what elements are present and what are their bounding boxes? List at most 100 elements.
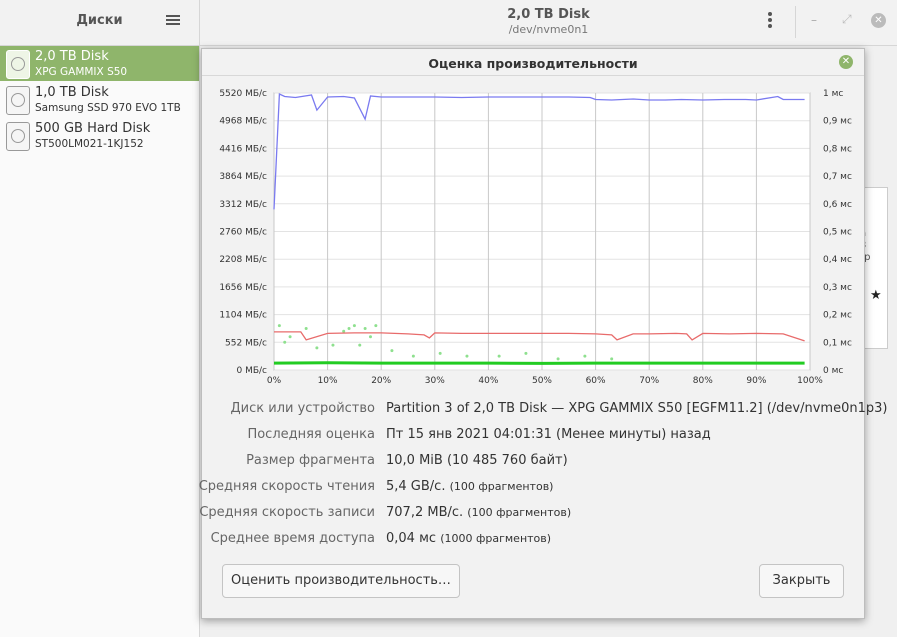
disk-model: Samsung SSD 970 EVO 1TB	[35, 102, 181, 114]
info-value: Partition 3 of 2,0 TB Disk — XPG GAMMIX …	[386, 401, 887, 416]
access-time-point	[610, 357, 614, 361]
access-time-point	[374, 324, 378, 328]
x-tick-label: 100%	[797, 376, 823, 386]
y-tick-label-right: 0 мс	[823, 366, 843, 376]
star-icon[interactable]: ★	[870, 288, 882, 303]
drive-icon	[6, 50, 30, 79]
window-subtitle: /dev/nvme0n1	[508, 23, 589, 36]
benchmark-chart: 5520 МБ/с 1 мс 4968 МБ/с 0,9 мс 4416 МБ/с 0,8…	[219, 89, 852, 386]
x-tick-label: 10%	[318, 376, 338, 386]
y-tick-label-left: 2208 МБ/с	[219, 255, 267, 265]
x-tick-label: 60%	[586, 376, 606, 386]
disk-name: 500 GB Hard Disk	[35, 121, 151, 136]
y-tick-label-left: 0 МБ/с	[236, 366, 267, 376]
disk-model: ST500LM021-1KJ152	[35, 138, 144, 150]
y-tick-label-right: 0,1 мс	[823, 338, 852, 348]
x-tick-label: 0%	[267, 376, 282, 386]
info-value-note: (100 фрагментов)	[449, 480, 554, 493]
disk-name: 2,0 TB Disk	[35, 49, 109, 64]
access-time-point	[277, 324, 281, 328]
disk-list-item[interactable]: 500 GB Hard Disk ST500LM021-1KJ152	[0, 118, 199, 153]
access-time-point	[583, 354, 587, 358]
access-time-point	[283, 340, 287, 344]
start-benchmark-button[interactable]: Оценить производительность…	[222, 564, 460, 598]
access-time-point	[342, 329, 346, 333]
info-value-text: Пт 15 янв 2021 04:01:31 (Менее минуты) н…	[386, 427, 711, 442]
y-tick-label-right: 0,4 мс	[823, 255, 852, 265]
info-label: Размер фрагмента	[246, 453, 375, 468]
access-time-point	[411, 354, 415, 358]
y-tick-label-left: 4416 МБ/с	[219, 144, 267, 154]
info-value: 10,0 MiB (10 485 760 байт)	[386, 453, 568, 468]
disk-name: 1,0 TB Disk	[35, 85, 109, 100]
window-title: 2,0 TB Disk	[507, 7, 590, 22]
y-tick-label-right: 0,7 мс	[823, 172, 852, 182]
access-time-point	[304, 326, 308, 330]
info-value-note: (100 фрагментов)	[467, 506, 572, 519]
access-time-point	[438, 351, 442, 355]
close-icon[interactable]: ✕	[839, 55, 853, 69]
close-button[interactable]: Закрыть	[759, 564, 844, 598]
info-value: 0,04 мс (1000 фрагментов)	[386, 531, 551, 546]
access-time-point	[288, 335, 292, 339]
access-time-point	[352, 324, 356, 328]
access-time-point	[465, 354, 469, 358]
access-time-point	[524, 351, 528, 355]
info-value: 5,4 GB/с. (100 фрагментов)	[386, 479, 553, 494]
info-label: Средняя скорость чтения	[198, 479, 375, 494]
info-value-text: 0,04 мс	[386, 531, 437, 546]
benchmark-dialog: Оценка производительности ✕ 5520 МБ/с 1 м…	[198, 48, 887, 619]
y-tick-label-left: 3864 МБ/с	[219, 172, 267, 182]
y-tick-label-left: 3312 МБ/с	[219, 200, 267, 210]
info-label: Последняя оценка	[247, 427, 375, 442]
y-tick-label-left: 1656 МБ/с	[219, 283, 267, 293]
y-tick-label-right: 0,9 мс	[823, 117, 852, 127]
drive-icon	[6, 122, 30, 151]
y-tick-label-left: 2760 МБ/с	[219, 228, 267, 238]
access-time-point	[368, 335, 372, 339]
access-time-line	[273, 361, 805, 365]
x-tick-label: 90%	[746, 376, 766, 386]
y-tick-label-right: 0,6 мс	[823, 200, 852, 210]
info-value-text: 5,4 GB/с.	[386, 479, 446, 494]
info-value-text: 707,2 MB/с.	[386, 505, 464, 520]
minimize-icon[interactable]: –	[811, 13, 817, 27]
disk-list-item[interactable]: 1,0 TB Disk Samsung SSD 970 EVO 1TB	[0, 82, 199, 117]
y-tick-label-right: 0,2 мс	[823, 311, 852, 321]
access-time-point	[363, 326, 367, 330]
x-tick-label: 80%	[693, 376, 713, 386]
close-icon[interactable]: ✕	[871, 13, 886, 28]
header-separator	[795, 6, 796, 38]
x-tick-label: 40%	[478, 376, 498, 386]
y-tick-label-right: 1 мс	[823, 89, 843, 99]
disk-model: XPG GAMMIX S50	[35, 66, 128, 78]
info-value-text: 10,0 MiB (10 485 760 байт)	[386, 453, 568, 468]
vertical-ellipsis-icon[interactable]	[766, 12, 774, 32]
access-time-point	[347, 326, 351, 330]
info-label: Средняя скорость записи	[199, 505, 375, 520]
info-label: Диск или устройство	[230, 401, 375, 416]
y-tick-label-right: 0,8 мс	[823, 144, 852, 154]
dialog-separator	[202, 75, 864, 76]
x-tick-label: 20%	[371, 376, 391, 386]
hamburger-icon[interactable]	[166, 13, 180, 27]
disk-list: 2,0 TB Disk XPG GAMMIX S50 1,0 TB Disk S…	[0, 46, 200, 637]
y-tick-label-right: 0,3 мс	[823, 283, 852, 293]
access-time-point	[358, 343, 362, 347]
access-time-point	[390, 349, 394, 353]
y-tick-label-left: 1104 МБ/с	[219, 311, 267, 321]
x-tick-label: 70%	[639, 376, 659, 386]
sidebar-header: Диски	[0, 0, 200, 45]
y-tick-label-left: 5520 МБ/с	[219, 89, 267, 99]
info-value-note: (1000 фрагментов)	[440, 532, 552, 545]
info-label: Среднее время доступа	[210, 531, 375, 546]
x-tick-label: 50%	[532, 376, 552, 386]
access-time-point	[315, 346, 319, 350]
drive-icon	[6, 86, 30, 115]
access-time-point	[331, 343, 335, 347]
x-tick-label: 30%	[425, 376, 445, 386]
disk-list-item[interactable]: 2,0 TB Disk XPG GAMMIX S50	[0, 46, 199, 81]
dialog-title: Оценка производительности	[428, 56, 638, 71]
y-tick-label-left: 552 МБ/с	[225, 338, 267, 348]
maximize-icon[interactable]: ⤢	[842, 12, 852, 27]
